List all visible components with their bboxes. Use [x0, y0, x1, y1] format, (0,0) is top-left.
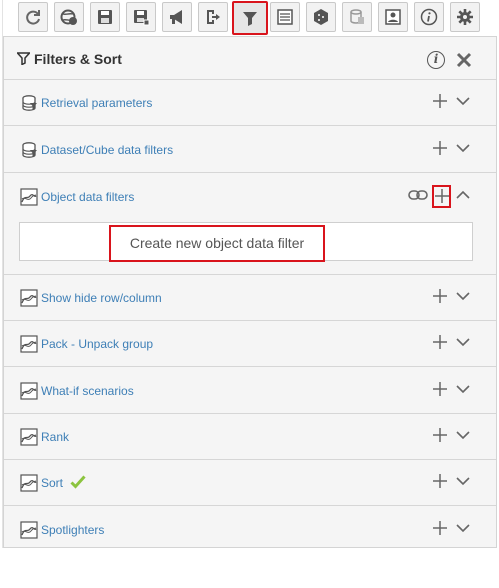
add-icon[interactable] — [433, 382, 447, 396]
megaphone-icon — [170, 10, 182, 24]
database-filter-icon — [22, 142, 37, 158]
section-label[interactable]: Sort — [41, 476, 63, 490]
add-icon[interactable] — [435, 189, 449, 203]
section-label[interactable]: Spotlighters — [41, 523, 104, 537]
chart-filter-icon — [20, 289, 38, 307]
database-button[interactable] — [342, 2, 372, 32]
picture-button[interactable] — [378, 2, 408, 32]
section-what-if-scenarios[interactable]: What-if scenarios — [4, 368, 496, 414]
section-dataset-cube-filters[interactable]: Dataset/Cube data filters — [4, 127, 496, 173]
export-button[interactable] — [198, 2, 228, 32]
chart-filter-icon — [20, 335, 38, 353]
chart-filter-icon — [20, 474, 38, 492]
add-icon[interactable] — [433, 335, 447, 349]
settings-button[interactable] — [450, 2, 480, 32]
chevron-down-icon[interactable] — [456, 291, 470, 301]
add-icon[interactable] — [433, 428, 447, 442]
info-button[interactable] — [414, 2, 444, 32]
screen: Filters & Sort i Retrieval parameters Da… — [0, 0, 499, 588]
chevron-down-icon[interactable] — [456, 337, 470, 347]
chevron-down-icon[interactable] — [456, 96, 470, 106]
checkmark-icon — [70, 475, 86, 489]
add-icon[interactable] — [433, 141, 447, 155]
panel-title: Filters & Sort — [34, 51, 122, 67]
save-button[interactable] — [90, 2, 120, 32]
filters-sort-panel: Filters & Sort i Retrieval parameters Da… — [3, 36, 497, 548]
section-label[interactable]: What-if scenarios — [41, 384, 134, 398]
database-icon — [350, 9, 364, 24]
chevron-down-icon[interactable] — [456, 430, 470, 440]
save-as-button[interactable] — [126, 2, 156, 32]
chart-filter-icon — [20, 188, 38, 206]
world-refresh-icon — [60, 9, 77, 25]
export-icon — [207, 10, 220, 24]
chart-filter-icon — [20, 521, 38, 539]
section-label[interactable]: Object data filters — [41, 190, 134, 204]
list-report-icon — [277, 9, 293, 25]
section-rank[interactable]: Rank — [4, 414, 496, 460]
save-as-icon — [134, 10, 150, 26]
picture-icon — [385, 9, 401, 25]
database-filter-icon — [22, 95, 37, 111]
panel-header: Filters & Sort i — [4, 37, 496, 79]
chevron-down-icon[interactable] — [456, 384, 470, 394]
chevron-down-icon[interactable] — [456, 143, 470, 153]
create-filter-box: Create new object data filter — [19, 222, 473, 262]
add-icon[interactable] — [433, 474, 447, 488]
section-label[interactable]: Rank — [41, 430, 69, 444]
section-spotlighters[interactable]: Spotlighters — [4, 507, 496, 553]
section-pack-unpack-group[interactable]: Pack - Unpack group — [4, 321, 496, 367]
chevron-down-icon[interactable] — [456, 523, 470, 533]
list-report-button[interactable] — [270, 2, 300, 32]
filter-icon — [17, 52, 30, 65]
close-icon[interactable] — [456, 52, 472, 68]
section-label[interactable]: Retrieval parameters — [41, 96, 152, 110]
section-sort[interactable]: Sort — [4, 460, 496, 506]
world-refresh-button[interactable] — [54, 2, 84, 32]
section-show-hide-row-column[interactable]: Show hide row/column — [4, 275, 496, 321]
megaphone-button[interactable] — [162, 2, 192, 32]
chart-filter-icon — [20, 382, 38, 400]
chevron-up-icon[interactable] — [456, 190, 470, 200]
add-icon[interactable] — [433, 521, 447, 535]
info-icon — [420, 8, 438, 26]
filter-button[interactable] — [232, 1, 268, 35]
chart-filter-icon — [20, 428, 38, 446]
add-icon[interactable] — [433, 289, 447, 303]
cube-button[interactable] — [306, 2, 336, 32]
refresh-icon — [26, 10, 40, 25]
section-label[interactable]: Show hide row/column — [41, 291, 162, 305]
info-icon[interactable]: i — [427, 51, 445, 69]
section-object-data-filters[interactable]: Object data filters — [4, 174, 496, 220]
link-icon[interactable] — [408, 189, 428, 201]
background-area — [0, 548, 499, 588]
save-icon — [98, 10, 112, 24]
chevron-down-icon[interactable] — [456, 476, 470, 486]
create-object-data-filter-button[interactable]: Create new object data filter — [109, 225, 325, 262]
section-label[interactable]: Dataset/Cube data filters — [41, 143, 173, 157]
add-icon[interactable] — [433, 94, 447, 108]
gear-icon — [457, 9, 473, 25]
section-retrieval-parameters[interactable]: Retrieval parameters — [4, 80, 496, 126]
refresh-button[interactable] — [18, 2, 48, 32]
cube-icon — [314, 9, 328, 25]
object-data-filters-body: Create new object data filter — [4, 220, 496, 275]
section-label[interactable]: Pack - Unpack group — [41, 337, 153, 351]
toolbar — [16, 0, 499, 35]
filter-icon — [243, 12, 257, 26]
